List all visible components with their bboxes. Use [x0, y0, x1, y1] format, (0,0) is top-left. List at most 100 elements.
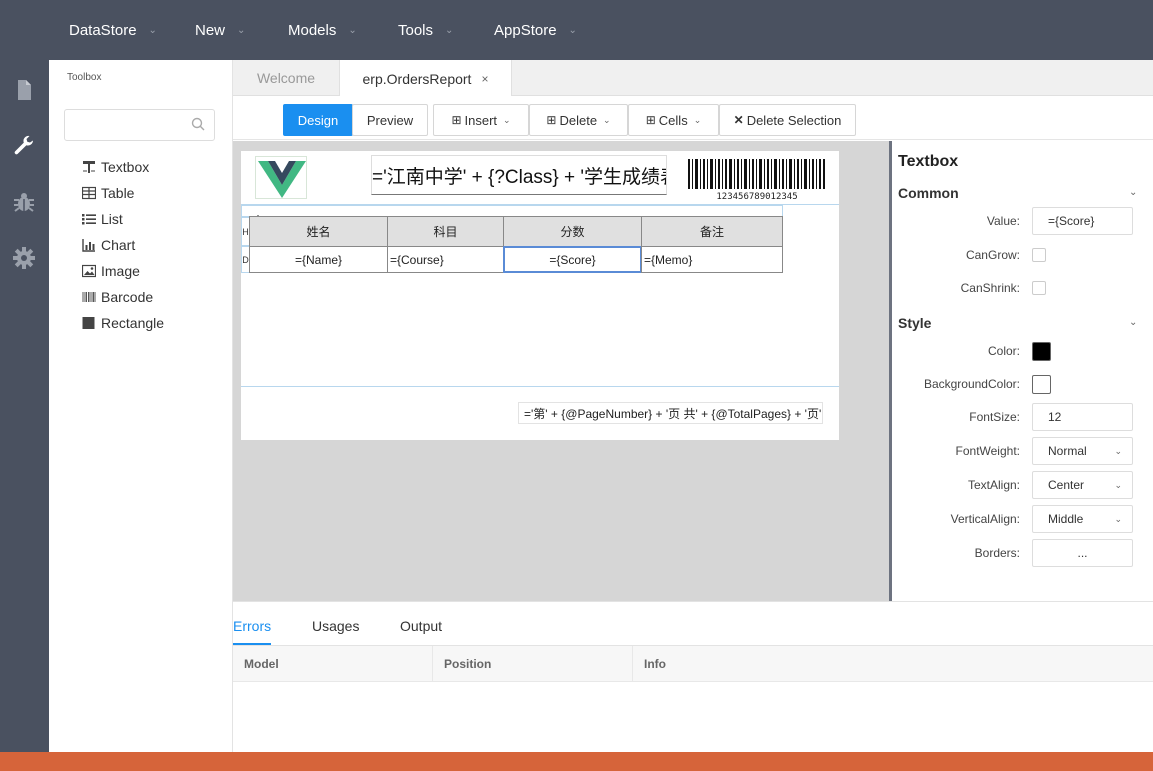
borders-text: ... [1077, 546, 1088, 560]
tab-welcome[interactable]: Welcome [233, 60, 339, 96]
section-style[interactable]: Style [898, 315, 931, 331]
barcode-element[interactable]: 123456789012345 [688, 159, 826, 202]
search-icon[interactable] [191, 117, 205, 131]
cells-label: Cells [658, 112, 688, 128]
section-common[interactable]: Common [898, 185, 959, 201]
table-detail-cell[interactable]: ={Course} [387, 246, 504, 273]
menu-models[interactable]: Models ⌄ [288, 0, 357, 60]
delete-button[interactable]: ⊞ Delete ⌄ [529, 104, 628, 136]
table-detail-cell-selected[interactable]: ={Score} [503, 246, 642, 273]
tab-usages[interactable]: Usages [312, 618, 359, 634]
cangrow-checkbox[interactable] [1032, 248, 1046, 262]
chevron-down-icon: ⌄ [445, 24, 454, 36]
design-label: Design [297, 112, 339, 128]
toolbox-item-barcode[interactable]: Barcode [82, 286, 153, 308]
menu-label: AppStore [494, 21, 557, 39]
toolbox-item-label: Table [101, 185, 135, 201]
prop-label-canshrink: CanShrink: [960, 281, 1020, 295]
logo-image[interactable] [255, 156, 307, 199]
chevron-down-icon: ⌄ [568, 24, 577, 36]
report-title-expr: ='江南中学' + {?Class} + '学生成绩表' [372, 166, 667, 188]
bgcolor-swatch[interactable] [1032, 375, 1051, 394]
table-detail-cell[interactable]: ={Name} [249, 246, 388, 273]
chevron-down-icon: ⌄ [1114, 445, 1122, 456]
x-icon: ✕ [733, 113, 744, 127]
menu-tools[interactable]: Tools ⌄ [398, 0, 453, 60]
table-header-cell[interactable]: 备注 [641, 216, 783, 247]
bottom-panel: Errors Usages Output Model Position Info [233, 601, 1153, 752]
delete-selection-button[interactable]: ✕ Delete Selection [719, 104, 856, 136]
file-icon[interactable] [12, 78, 36, 102]
bug-icon[interactable] [12, 190, 36, 214]
textalign-select[interactable]: Center ⌄ [1032, 471, 1133, 499]
chevron-down-icon[interactable]: ⌄ [1129, 317, 1137, 328]
top-menu-bar: DataStore ⌄ New ⌄ Models ⌄ Tools ⌄ AppStore ⌄ [0, 0, 1153, 60]
footer-expr: ='第' + {@PageNumber} + '页 共' + {@TotalPa… [524, 406, 822, 421]
tab-output[interactable]: Output [400, 618, 442, 634]
gear-icon[interactable] [12, 246, 36, 270]
menu-appstore[interactable]: AppStore ⌄ [494, 0, 577, 60]
wrench-icon[interactable] [12, 134, 36, 158]
toolbox-item-rectangle[interactable]: Rectangle [82, 312, 164, 334]
close-icon[interactable]: × [481, 72, 488, 86]
chevron-down-icon: ⌄ [237, 24, 246, 36]
cells-button[interactable]: ⊞ Cells ⌄ [628, 104, 719, 136]
image-icon [81, 264, 97, 278]
canshrink-checkbox[interactable] [1032, 281, 1046, 295]
textalign-text: Center [1048, 478, 1085, 492]
toolbox-item-label: Image [101, 263, 140, 279]
chart-icon [82, 238, 96, 252]
toolbox-item-label: List [101, 211, 123, 227]
value-input[interactable]: ={Score} [1032, 207, 1133, 235]
tab-label: erp.OrdersReport [362, 70, 472, 87]
toolbox-item-chart[interactable]: Chart [82, 234, 135, 256]
insert-button[interactable]: ⊞ Insert ⌄ [433, 104, 529, 136]
activity-bar [0, 60, 49, 752]
toolbox-item-table[interactable]: Table [81, 182, 135, 204]
chevron-down-icon: ⌄ [603, 114, 611, 125]
fontsize-text: 12 [1048, 410, 1062, 424]
tab-orders-report[interactable]: erp.OrdersReport × [339, 60, 512, 97]
footer-band-line [241, 386, 839, 387]
table-icon [81, 186, 97, 200]
prop-label-fontweight: FontWeight: [955, 444, 1020, 458]
table-header-cell[interactable]: 分数 [503, 216, 642, 247]
preview-button[interactable]: Preview [352, 104, 428, 136]
page-number-textbox[interactable]: ='第' + {@PageNumber} + '页 共' + {@TotalPa… [518, 402, 823, 424]
properties-panel: Textbox Common ⌄ Value: ={Score} CanGrow… [889, 141, 1153, 601]
menu-datastore[interactable]: DataStore ⌄ [69, 0, 157, 60]
design-button[interactable]: Design [283, 104, 353, 136]
toolbox-item-image[interactable]: Image [81, 260, 140, 282]
barcode-icon [82, 290, 96, 304]
design-canvas[interactable]: ='江南中学' + {?Class} + '学生成绩表' 12345678901… [233, 141, 889, 601]
column-header-position[interactable]: Position [433, 646, 633, 682]
table-detail-cell[interactable]: ={Memo} [641, 246, 783, 273]
report-page[interactable]: ='江南中学' + {?Class} + '学生成绩表' 12345678901… [241, 151, 839, 440]
table-header-cell[interactable]: 科目 [387, 216, 504, 247]
report-title-textbox[interactable]: ='江南中学' + {?Class} + '学生成绩表' [371, 155, 667, 195]
chevron-down-icon: ⌄ [348, 24, 357, 36]
toolbox-item-list[interactable]: List [82, 208, 123, 230]
list-icon [82, 212, 96, 226]
status-bar [0, 752, 1153, 771]
valign-select[interactable]: Middle ⌄ [1032, 505, 1133, 533]
fontsize-input[interactable]: 12 [1032, 403, 1133, 431]
borders-button[interactable]: ... [1032, 539, 1133, 567]
toolbox-item-textbox[interactable]: Textbox [82, 156, 149, 178]
table-icon: ⊞ [645, 113, 656, 127]
toolbox-item-label: Textbox [101, 159, 150, 175]
value-text: ={Score} [1048, 214, 1095, 228]
chevron-down-icon[interactable]: ⌄ [1129, 187, 1137, 198]
fontweight-select[interactable]: Normal ⌄ [1032, 437, 1133, 465]
prop-label-cangrow: CanGrow: [965, 248, 1020, 262]
barcode-text: 123456789012345 [716, 192, 797, 201]
column-header-info[interactable]: Info [633, 646, 1153, 682]
toolbox-item-label: Barcode [101, 289, 154, 305]
tab-errors[interactable]: Errors [233, 618, 271, 634]
table-header-cell[interactable]: 姓名 [249, 216, 388, 247]
column-header-model[interactable]: Model [233, 646, 433, 682]
menu-label: Models [288, 21, 337, 39]
menu-new[interactable]: New ⌄ [195, 0, 245, 60]
color-swatch[interactable] [1032, 342, 1051, 361]
delete-selection-label: Delete Selection [746, 112, 842, 128]
